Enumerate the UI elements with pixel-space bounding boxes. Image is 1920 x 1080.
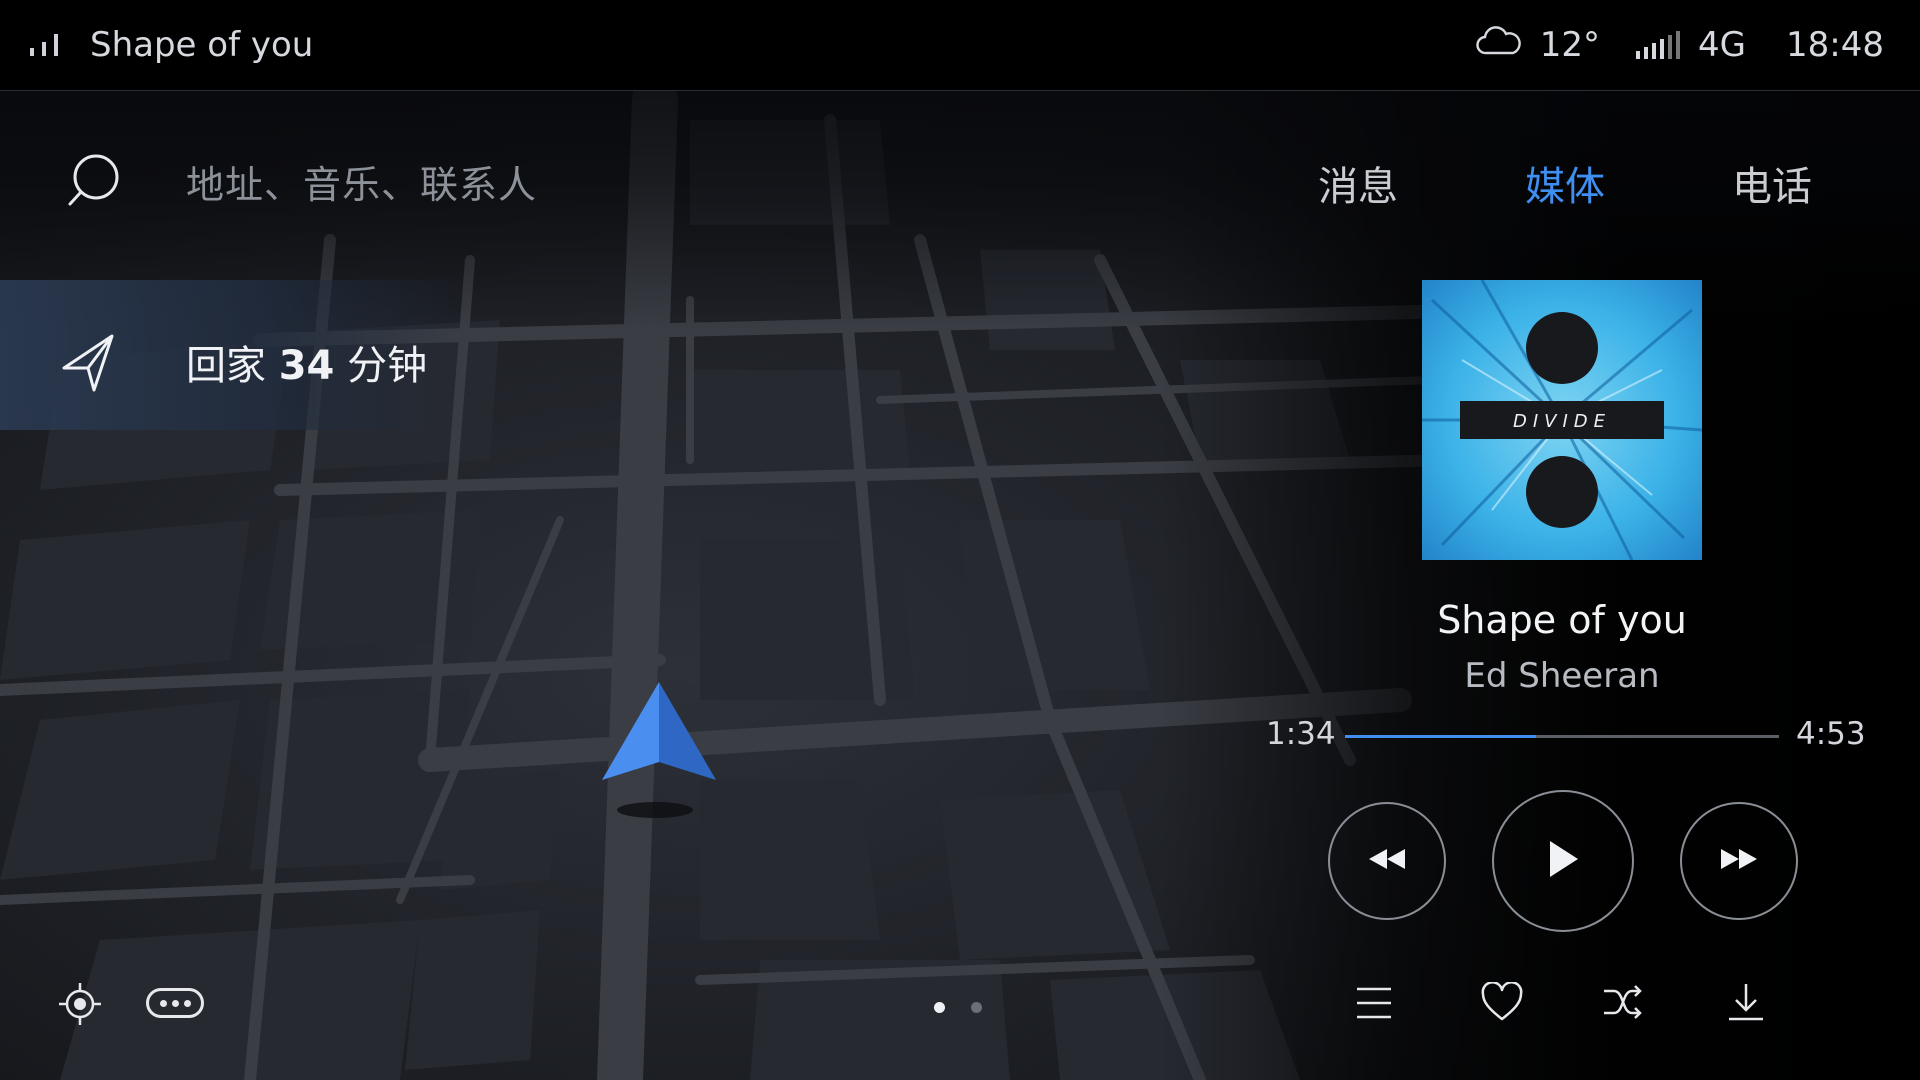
elapsed-time: 1:34	[1266, 716, 1336, 752]
track-artist: Ed Sheeran	[1464, 656, 1660, 696]
page-dot[interactable]	[971, 1002, 982, 1013]
tab-messages[interactable]: 消息	[1318, 154, 1398, 212]
route-summary: 回家 34 分钟	[186, 333, 427, 391]
album-cover-text: DIVIDE	[1513, 411, 1611, 432]
status-indicators: 12° 4G 18:48	[1476, 22, 1884, 68]
page-dot[interactable]	[934, 1002, 945, 1013]
temperature: 12°	[1539, 25, 1601, 65]
favorite-heart-icon[interactable]	[1481, 982, 1523, 1022]
shuffle-icon[interactable]	[1602, 983, 1644, 1021]
rewind-icon	[1367, 847, 1407, 875]
vehicle-position-icon	[600, 680, 718, 792]
play-button[interactable]	[1492, 790, 1634, 932]
album-cover[interactable]: DIVIDE	[1422, 280, 1702, 560]
mini-now-playing[interactable]: Shape of you	[30, 22, 313, 68]
track-duration: 4:53	[1796, 716, 1866, 752]
tab-bar: 消息 媒体 电话	[1280, 154, 1920, 214]
route-destination: 回家	[186, 343, 266, 389]
play-icon	[1546, 839, 1580, 883]
page-indicator	[934, 1002, 982, 1013]
fast-forward-button[interactable]	[1680, 802, 1798, 920]
rewind-button[interactable]	[1328, 802, 1446, 920]
download-icon[interactable]	[1727, 982, 1765, 1022]
mini-now-playing-title: Shape of you	[90, 25, 314, 65]
navigate-home-card[interactable]: 回家 34 分钟	[0, 280, 470, 430]
playback-progress-fill	[1345, 735, 1536, 738]
clock: 18:48	[1786, 25, 1884, 65]
status-bar: Shape of you 12° 4G 18:48	[0, 0, 1920, 91]
tab-phone[interactable]: 电话	[1732, 154, 1812, 212]
equalizer-icon	[30, 34, 64, 56]
search-input[interactable]: 地址、音乐、联系人	[186, 154, 537, 209]
route-unit: 分钟	[347, 343, 428, 389]
playlist-icon[interactable]	[1355, 985, 1393, 1021]
tab-media[interactable]: 媒体	[1525, 154, 1605, 212]
playback-progress-bar[interactable]	[1345, 735, 1779, 738]
car-head-unit-screen: Shape of you 12° 4G 18:48 地址、音乐、联系人 消息 媒…	[0, 0, 1920, 1080]
search-icon[interactable]	[66, 152, 122, 208]
cloud-icon	[1476, 25, 1522, 65]
network-type: 4G	[1698, 25, 1747, 65]
fast-forward-icon	[1719, 847, 1759, 875]
locate-me-icon[interactable]	[58, 982, 102, 1026]
track-title: Shape of you	[1437, 598, 1687, 642]
route-minutes: 34	[278, 343, 335, 389]
more-options-icon[interactable]	[146, 988, 204, 1018]
navigation-arrow-icon	[60, 332, 116, 394]
signal-strength-icon	[1636, 31, 1681, 59]
